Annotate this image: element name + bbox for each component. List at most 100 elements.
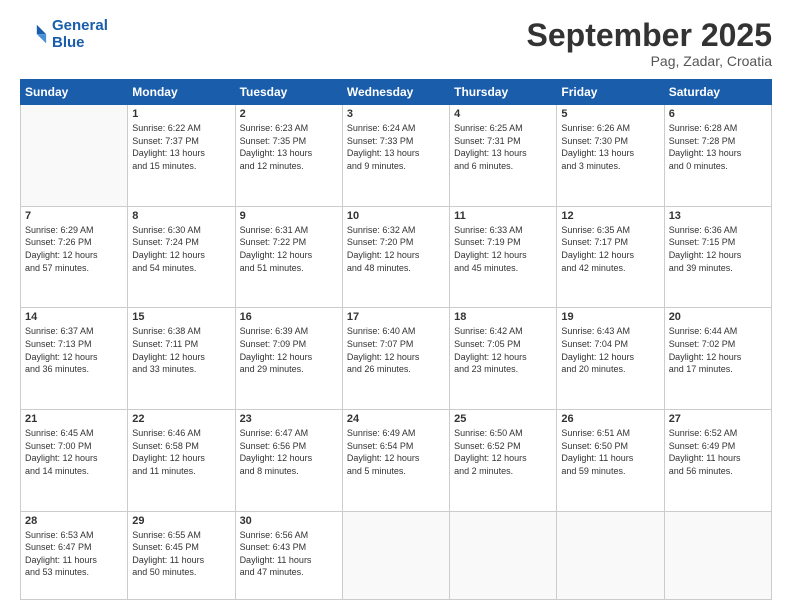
logo: General Blue bbox=[20, 18, 108, 51]
day-info: Sunrise: 6:53 AM Sunset: 6:47 PM Dayligh… bbox=[25, 529, 123, 579]
calendar-cell: 10Sunrise: 6:32 AM Sunset: 7:20 PM Dayli… bbox=[342, 206, 449, 308]
day-info: Sunrise: 6:24 AM Sunset: 7:33 PM Dayligh… bbox=[347, 122, 445, 172]
day-number: 12 bbox=[561, 210, 659, 222]
calendar-cell bbox=[342, 511, 449, 599]
day-number: 6 bbox=[669, 108, 767, 120]
day-info: Sunrise: 6:51 AM Sunset: 6:50 PM Dayligh… bbox=[561, 427, 659, 477]
day-info: Sunrise: 6:46 AM Sunset: 6:58 PM Dayligh… bbox=[132, 427, 230, 477]
calendar-cell: 7 Sunrise: 6:29 AM Sunset: 7:26 PM Daylig… bbox=[21, 206, 128, 308]
calendar-cell: 16 Sunrise: 6:39 AM Sunset: 7:09 PM Dayli… bbox=[235, 308, 342, 410]
calendar-row-3: 21 Sunrise: 6:45 AM Sunset: 7:00 PM Dayli… bbox=[21, 409, 772, 511]
calendar-cell: 14Sunrise: 6:37 AM Sunset: 7:13 PM Dayli… bbox=[21, 308, 128, 410]
calendar-cell: 1Sunrise: 6:22 AM Sunset: 7:37 PM Daylig… bbox=[128, 105, 235, 207]
day-info: Sunrise: 6:43 AM Sunset: 7:04 PM Dayligh… bbox=[561, 325, 659, 375]
calendar-cell: 21 Sunrise: 6:45 AM Sunset: 7:00 PM Dayli… bbox=[21, 409, 128, 511]
day-info: Sunrise: 6:29 AM Sunset: 7:26 PM Dayligh… bbox=[25, 224, 123, 274]
title-block: September 2025 Pag, Zadar, Croatia bbox=[527, 18, 772, 69]
day-info: Sunrise: 6:38 AM Sunset: 7:11 PM Dayligh… bbox=[132, 325, 230, 375]
calendar-cell: 30 Sunrise: 6:56 AM Sunset: 6:43 PM Dayli… bbox=[235, 511, 342, 599]
calendar-cell: 4 Sunrise: 6:25 AM Sunset: 7:31 PM Daylig… bbox=[450, 105, 557, 207]
day-info: Sunrise: 6:25 AM Sunset: 7:31 PM Dayligh… bbox=[454, 122, 552, 172]
day-number: 1 bbox=[132, 108, 230, 120]
day-number: 30 bbox=[240, 515, 338, 527]
day-info: Sunrise: 6:45 AM Sunset: 7:00 PM Dayligh… bbox=[25, 427, 123, 477]
calendar-cell: 26 Sunrise: 6:51 AM Sunset: 6:50 PM Dayli… bbox=[557, 409, 664, 511]
day-number: 19 bbox=[561, 311, 659, 323]
calendar-cell: 12 Sunrise: 6:35 AM Sunset: 7:17 PM Dayli… bbox=[557, 206, 664, 308]
calendar-cell: 20 Sunrise: 6:44 AM Sunset: 7:02 PM Dayli… bbox=[664, 308, 771, 410]
calendar-cell: 13Sunrise: 6:36 AM Sunset: 7:15 PM Dayli… bbox=[664, 206, 771, 308]
day-number: 13 bbox=[669, 210, 767, 222]
day-number: 20 bbox=[669, 311, 767, 323]
day-number: 5 bbox=[561, 108, 659, 120]
calendar-table: Sunday Monday Tuesday Wednesday Thursday… bbox=[20, 79, 772, 600]
header-sunday: Sunday bbox=[21, 80, 128, 105]
day-number: 26 bbox=[561, 413, 659, 425]
day-number: 2 bbox=[240, 108, 338, 120]
calendar-cell: 8 Sunrise: 6:30 AM Sunset: 7:24 PM Daylig… bbox=[128, 206, 235, 308]
calendar-cell: 22 Sunrise: 6:46 AM Sunset: 6:58 PM Dayli… bbox=[128, 409, 235, 511]
day-number: 23 bbox=[240, 413, 338, 425]
day-number: 22 bbox=[132, 413, 230, 425]
header-thursday: Thursday bbox=[450, 80, 557, 105]
day-info: Sunrise: 6:23 AM Sunset: 7:35 PM Dayligh… bbox=[240, 122, 338, 172]
day-number: 24 bbox=[347, 413, 445, 425]
page: General Blue September 2025 Pag, Zadar, … bbox=[0, 0, 792, 612]
day-info: Sunrise: 6:35 AM Sunset: 7:17 PM Dayligh… bbox=[561, 224, 659, 274]
calendar-row-2: 14Sunrise: 6:37 AM Sunset: 7:13 PM Dayli… bbox=[21, 308, 772, 410]
calendar-row-0: 1Sunrise: 6:22 AM Sunset: 7:37 PM Daylig… bbox=[21, 105, 772, 207]
day-number: 3 bbox=[347, 108, 445, 120]
day-info: Sunrise: 6:52 AM Sunset: 6:49 PM Dayligh… bbox=[669, 427, 767, 477]
day-number: 4 bbox=[454, 108, 552, 120]
header-friday: Friday bbox=[557, 80, 664, 105]
logo-general: General bbox=[52, 17, 108, 34]
logo-blue-text: Blue bbox=[52, 34, 85, 51]
day-info: Sunrise: 6:56 AM Sunset: 6:43 PM Dayligh… bbox=[240, 529, 338, 579]
day-info: Sunrise: 6:31 AM Sunset: 7:22 PM Dayligh… bbox=[240, 224, 338, 274]
calendar-row-1: 7 Sunrise: 6:29 AM Sunset: 7:26 PM Daylig… bbox=[21, 206, 772, 308]
day-info: Sunrise: 6:44 AM Sunset: 7:02 PM Dayligh… bbox=[669, 325, 767, 375]
day-info: Sunrise: 6:55 AM Sunset: 6:45 PM Dayligh… bbox=[132, 529, 230, 579]
calendar-cell: 19 Sunrise: 6:43 AM Sunset: 7:04 PM Dayli… bbox=[557, 308, 664, 410]
day-number: 16 bbox=[240, 311, 338, 323]
day-number: 28 bbox=[25, 515, 123, 527]
day-number: 9 bbox=[240, 210, 338, 222]
calendar-cell bbox=[450, 511, 557, 599]
day-info: Sunrise: 6:39 AM Sunset: 7:09 PM Dayligh… bbox=[240, 325, 338, 375]
calendar-cell: 27 Sunrise: 6:52 AM Sunset: 6:49 PM Dayli… bbox=[664, 409, 771, 511]
day-number: 8 bbox=[132, 210, 230, 222]
day-number: 10 bbox=[347, 210, 445, 222]
day-number: 25 bbox=[454, 413, 552, 425]
month-title: September 2025 bbox=[527, 18, 772, 53]
day-info: Sunrise: 6:30 AM Sunset: 7:24 PM Dayligh… bbox=[132, 224, 230, 274]
day-number: 17 bbox=[347, 311, 445, 323]
calendar-row-4: 28 Sunrise: 6:53 AM Sunset: 6:47 PM Dayli… bbox=[21, 511, 772, 599]
day-number: 7 bbox=[25, 210, 123, 222]
day-number: 11 bbox=[454, 210, 552, 222]
calendar-cell bbox=[21, 105, 128, 207]
day-number: 21 bbox=[25, 413, 123, 425]
calendar-cell: 28 Sunrise: 6:53 AM Sunset: 6:47 PM Dayli… bbox=[21, 511, 128, 599]
header-saturday: Saturday bbox=[664, 80, 771, 105]
day-number: 29 bbox=[132, 515, 230, 527]
calendar-cell: 24Sunrise: 6:49 AM Sunset: 6:54 PM Dayli… bbox=[342, 409, 449, 511]
logo-text: General Blue bbox=[52, 18, 108, 51]
day-info: Sunrise: 6:26 AM Sunset: 7:30 PM Dayligh… bbox=[561, 122, 659, 172]
calendar-cell: 29 Sunrise: 6:55 AM Sunset: 6:45 PM Dayli… bbox=[128, 511, 235, 599]
day-number: 15 bbox=[132, 311, 230, 323]
day-info: Sunrise: 6:33 AM Sunset: 7:19 PM Dayligh… bbox=[454, 224, 552, 274]
calendar-cell: 11 Sunrise: 6:33 AM Sunset: 7:19 PM Dayli… bbox=[450, 206, 557, 308]
calendar-cell: 18Sunrise: 6:42 AM Sunset: 7:05 PM Dayli… bbox=[450, 308, 557, 410]
day-info: Sunrise: 6:28 AM Sunset: 7:28 PM Dayligh… bbox=[669, 122, 767, 172]
calendar-cell: 23Sunrise: 6:47 AM Sunset: 6:56 PM Dayli… bbox=[235, 409, 342, 511]
calendar-cell: 2 Sunrise: 6:23 AM Sunset: 7:35 PM Daylig… bbox=[235, 105, 342, 207]
header-wednesday: Wednesday bbox=[342, 80, 449, 105]
day-number: 27 bbox=[669, 413, 767, 425]
calendar-cell: 3 Sunrise: 6:24 AM Sunset: 7:33 PM Daylig… bbox=[342, 105, 449, 207]
day-info: Sunrise: 6:37 AM Sunset: 7:13 PM Dayligh… bbox=[25, 325, 123, 375]
calendar-cell: 6 Sunrise: 6:28 AM Sunset: 7:28 PM Daylig… bbox=[664, 105, 771, 207]
weekday-header-row: Sunday Monday Tuesday Wednesday Thursday… bbox=[21, 80, 772, 105]
logo-icon bbox=[20, 21, 48, 49]
day-number: 18 bbox=[454, 311, 552, 323]
calendar-cell: 9 Sunrise: 6:31 AM Sunset: 7:22 PM Daylig… bbox=[235, 206, 342, 308]
